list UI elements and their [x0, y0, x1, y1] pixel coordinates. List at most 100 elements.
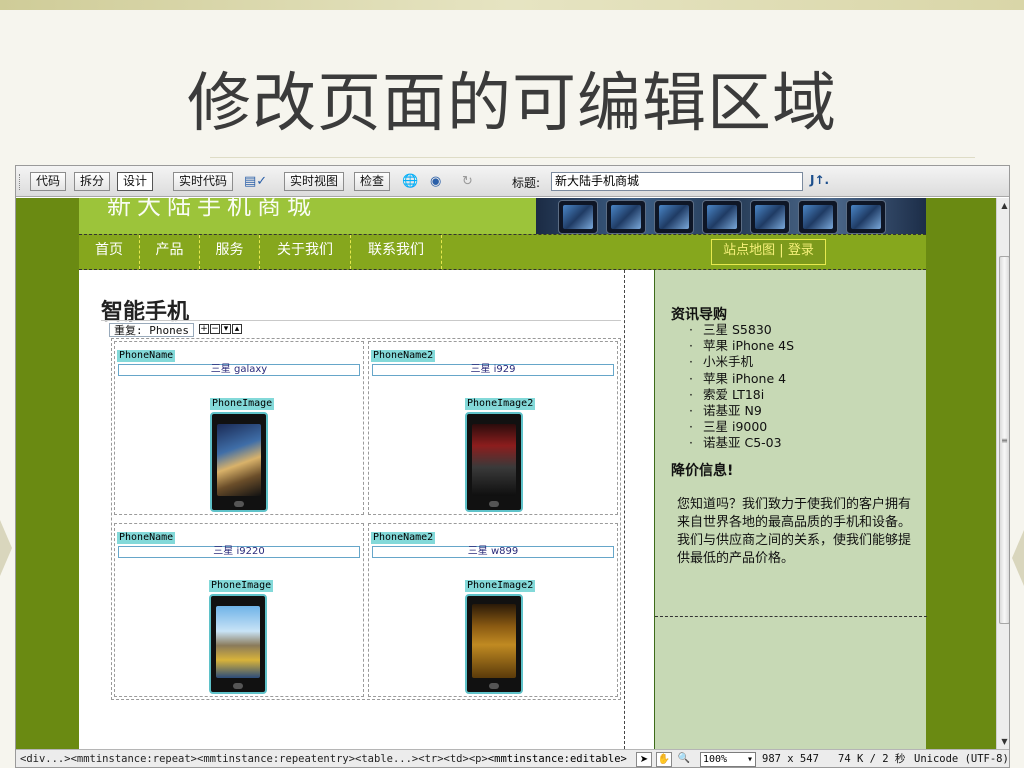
pointer-tool-icon[interactable]: ➤ [636, 752, 652, 767]
site-nav: 首页 产品 服务 关于我们 联系我们 站点地图 | 登录 [79, 234, 926, 270]
guide-list-item[interactable]: 苹果 iPhone 4S [689, 338, 794, 354]
repeat-add-button[interactable]: + [199, 324, 209, 334]
guide-list-item[interactable]: 诺基亚 N9 [689, 403, 794, 419]
live-view-button[interactable]: 实时视图 [284, 172, 345, 191]
phone-image-tag[interactable]: PhoneImage2 [465, 398, 536, 410]
banner-phone [654, 200, 694, 234]
nav-item-about[interactable]: 关于我们 [260, 235, 351, 269]
phone-image[interactable] [465, 594, 523, 694]
nav-item-contact[interactable]: 联系我们 [351, 235, 442, 269]
phone-name-field[interactable]: 三星 i9220 [118, 546, 360, 558]
phone-image-tag[interactable]: PhoneImage [209, 580, 274, 592]
dreamweaver-window: 代码 拆分 设计 实时代码 ▤✓ 实时视图 检查 🌐 ◉ ↻ 标题: 新大陆手机… [15, 165, 1010, 768]
tag-selector-current[interactable]: <mmtinstance:editable> [488, 753, 627, 765]
phone-name-tag[interactable]: PhoneName2 [371, 532, 436, 544]
guide-list-item[interactable]: 索爱 LT18i [689, 387, 794, 403]
banner-phone [606, 200, 646, 234]
document-title-input[interactable]: 新大陆手机商城 [551, 172, 803, 191]
site-logo: 新大陆手机商城 [107, 198, 317, 220]
document-toolbar: 代码 拆分 设计 实时代码 ▤✓ 实时视图 检查 🌐 ◉ ↻ 标题: 新大陆手机… [16, 166, 1009, 197]
browser-preview-icon[interactable]: 🌐 [402, 173, 418, 190]
tag-selector: <div...><mmtinstance:repeat><mmtinstance… [20, 752, 627, 767]
nav-item-services[interactable]: 服务 [200, 235, 260, 269]
main-heading-divider [101, 320, 621, 321]
title-divider [210, 157, 975, 158]
nav-item-home[interactable]: 首页 [79, 235, 140, 269]
title-label: 标题: [512, 176, 541, 190]
repeat-move-down-button[interactable]: ▾ [221, 324, 231, 334]
chevron-down-icon: ▾ [746, 754, 753, 765]
zoom-tool-icon[interactable]: 🔍 [676, 752, 692, 767]
design-canvas[interactable]: 新大陆手机商城 首页 产品 服务 关于我们 联系我们 站点地图 | 登录 智能手… [16, 198, 996, 749]
header-banner-image [536, 198, 926, 234]
slide-top-band [0, 0, 1024, 10]
phone-image[interactable] [210, 412, 268, 512]
price-heading: 降价信息! [671, 463, 734, 479]
phone-name-tag[interactable]: PhoneName [117, 532, 176, 544]
scrollbar-thumb[interactable]: ≡ [999, 256, 1009, 624]
sitemap-login-link[interactable]: 站点地图 | 登录 [711, 239, 826, 265]
phone-image[interactable] [209, 594, 267, 694]
zoom-value: 100% [703, 754, 728, 765]
live-code-button[interactable]: 实时代码 [173, 172, 234, 191]
about-paragraph: 您知道吗？我们致力于使我们的客户拥有来自世界各地的最高品质的手机和设备。我们与供… [677, 497, 912, 566]
vertical-scrollbar[interactable]: ▲ ≡ ▼ [996, 198, 1009, 749]
guide-list-item[interactable]: 三星 i9000 [689, 419, 794, 435]
file-management-icon[interactable]: ▤✓ [244, 173, 267, 190]
phone-screen [472, 424, 516, 496]
phone-cell: PhoneName 三星 galaxy PhoneImage [114, 341, 364, 515]
banner-phone [750, 200, 790, 234]
toolbar-grip[interactable] [19, 174, 22, 190]
repeat-remove-button[interactable]: − [210, 324, 220, 334]
phone-image-tag[interactable]: PhoneImage [210, 398, 275, 410]
slide-left-decoration [0, 520, 12, 576]
nav-item-products[interactable]: 产品 [140, 235, 200, 269]
phone-name-field[interactable]: 三星 w899 [372, 546, 614, 558]
phone-name-tag[interactable]: PhoneName2 [371, 350, 436, 362]
phone-home-button [234, 501, 244, 507]
zoom-select[interactable]: 100% ▾ [700, 752, 756, 767]
guide-heading: 资讯导购 [671, 307, 727, 323]
banner-phone [702, 200, 742, 234]
phone-name-field[interactable]: 三星 i929 [372, 364, 614, 376]
tag-selector-path[interactable]: <div...><mmtinstance:repeat><mmtinstance… [20, 753, 488, 765]
guide-list-item[interactable]: 三星 S5830 [689, 322, 794, 338]
guide-list-item[interactable]: 小米手机 [689, 354, 794, 370]
site-page: 新大陆手机商城 首页 产品 服务 关于我们 联系我们 站点地图 | 登录 智能手… [79, 198, 927, 749]
scroll-up-arrow-icon[interactable]: ▲ [997, 198, 1009, 213]
inspect-button[interactable]: 检查 [354, 172, 391, 191]
phone-image[interactable] [465, 412, 523, 512]
check-browser-icon[interactable]: J↑. [810, 173, 829, 187]
split-view-button[interactable]: 拆分 [74, 172, 111, 191]
phone-screen [216, 606, 260, 678]
refresh-icon[interactable]: ↻ [462, 173, 473, 190]
phone-home-button [233, 683, 243, 689]
code-view-button[interactable]: 代码 [30, 172, 67, 191]
phone-cell: PhoneName 三星 i9220 PhoneImage [114, 523, 364, 697]
design-view-button[interactable]: 设计 [117, 172, 154, 191]
repeat-move-up-button[interactable]: ▴ [232, 324, 242, 334]
window-size[interactable]: 987 x 547 [762, 753, 819, 766]
sidebar-divider [655, 616, 927, 617]
main-heading: 智能手机 [101, 299, 190, 325]
phone-image-tag[interactable]: PhoneImage2 [465, 580, 536, 592]
sidebar: 资讯导购 三星 S5830 苹果 iPhone 4S 小米手机 苹果 iPhon… [654, 270, 927, 749]
phone-screen [217, 424, 261, 496]
guide-list-item[interactable]: 苹果 iPhone 4 [689, 371, 794, 387]
slide-title: 修改页面的可编辑区域 [187, 67, 837, 141]
visual-aids-icon[interactable]: ◉ [430, 173, 441, 190]
repeat-region-tab[interactable]: 重复: Phones [109, 323, 194, 337]
phone-name-field[interactable]: 三星 galaxy [118, 364, 360, 376]
guide-list-item[interactable]: 诺基亚 C5-03 [689, 435, 794, 451]
phone-cell: PhoneName2 三星 i929 PhoneImage2 [368, 341, 618, 515]
banner-phone [846, 200, 886, 234]
status-bar: <div...><mmtinstance:repeat><mmtinstance… [16, 749, 1009, 767]
scroll-down-arrow-icon[interactable]: ▼ [997, 734, 1009, 749]
phone-screen [472, 604, 516, 678]
phone-home-button [489, 501, 499, 507]
guide-list: 三星 S5830 苹果 iPhone 4S 小米手机 苹果 iPhone 4 索… [689, 322, 794, 452]
phone-name-tag[interactable]: PhoneName [117, 350, 176, 362]
site-header: 新大陆手机商城 [79, 198, 926, 234]
main-content-region: 智能手机 重复: Phones + − ▾ ▴ PhoneName 三星 galaxy… [79, 270, 625, 749]
hand-tool-icon[interactable]: ✋ [656, 752, 672, 767]
